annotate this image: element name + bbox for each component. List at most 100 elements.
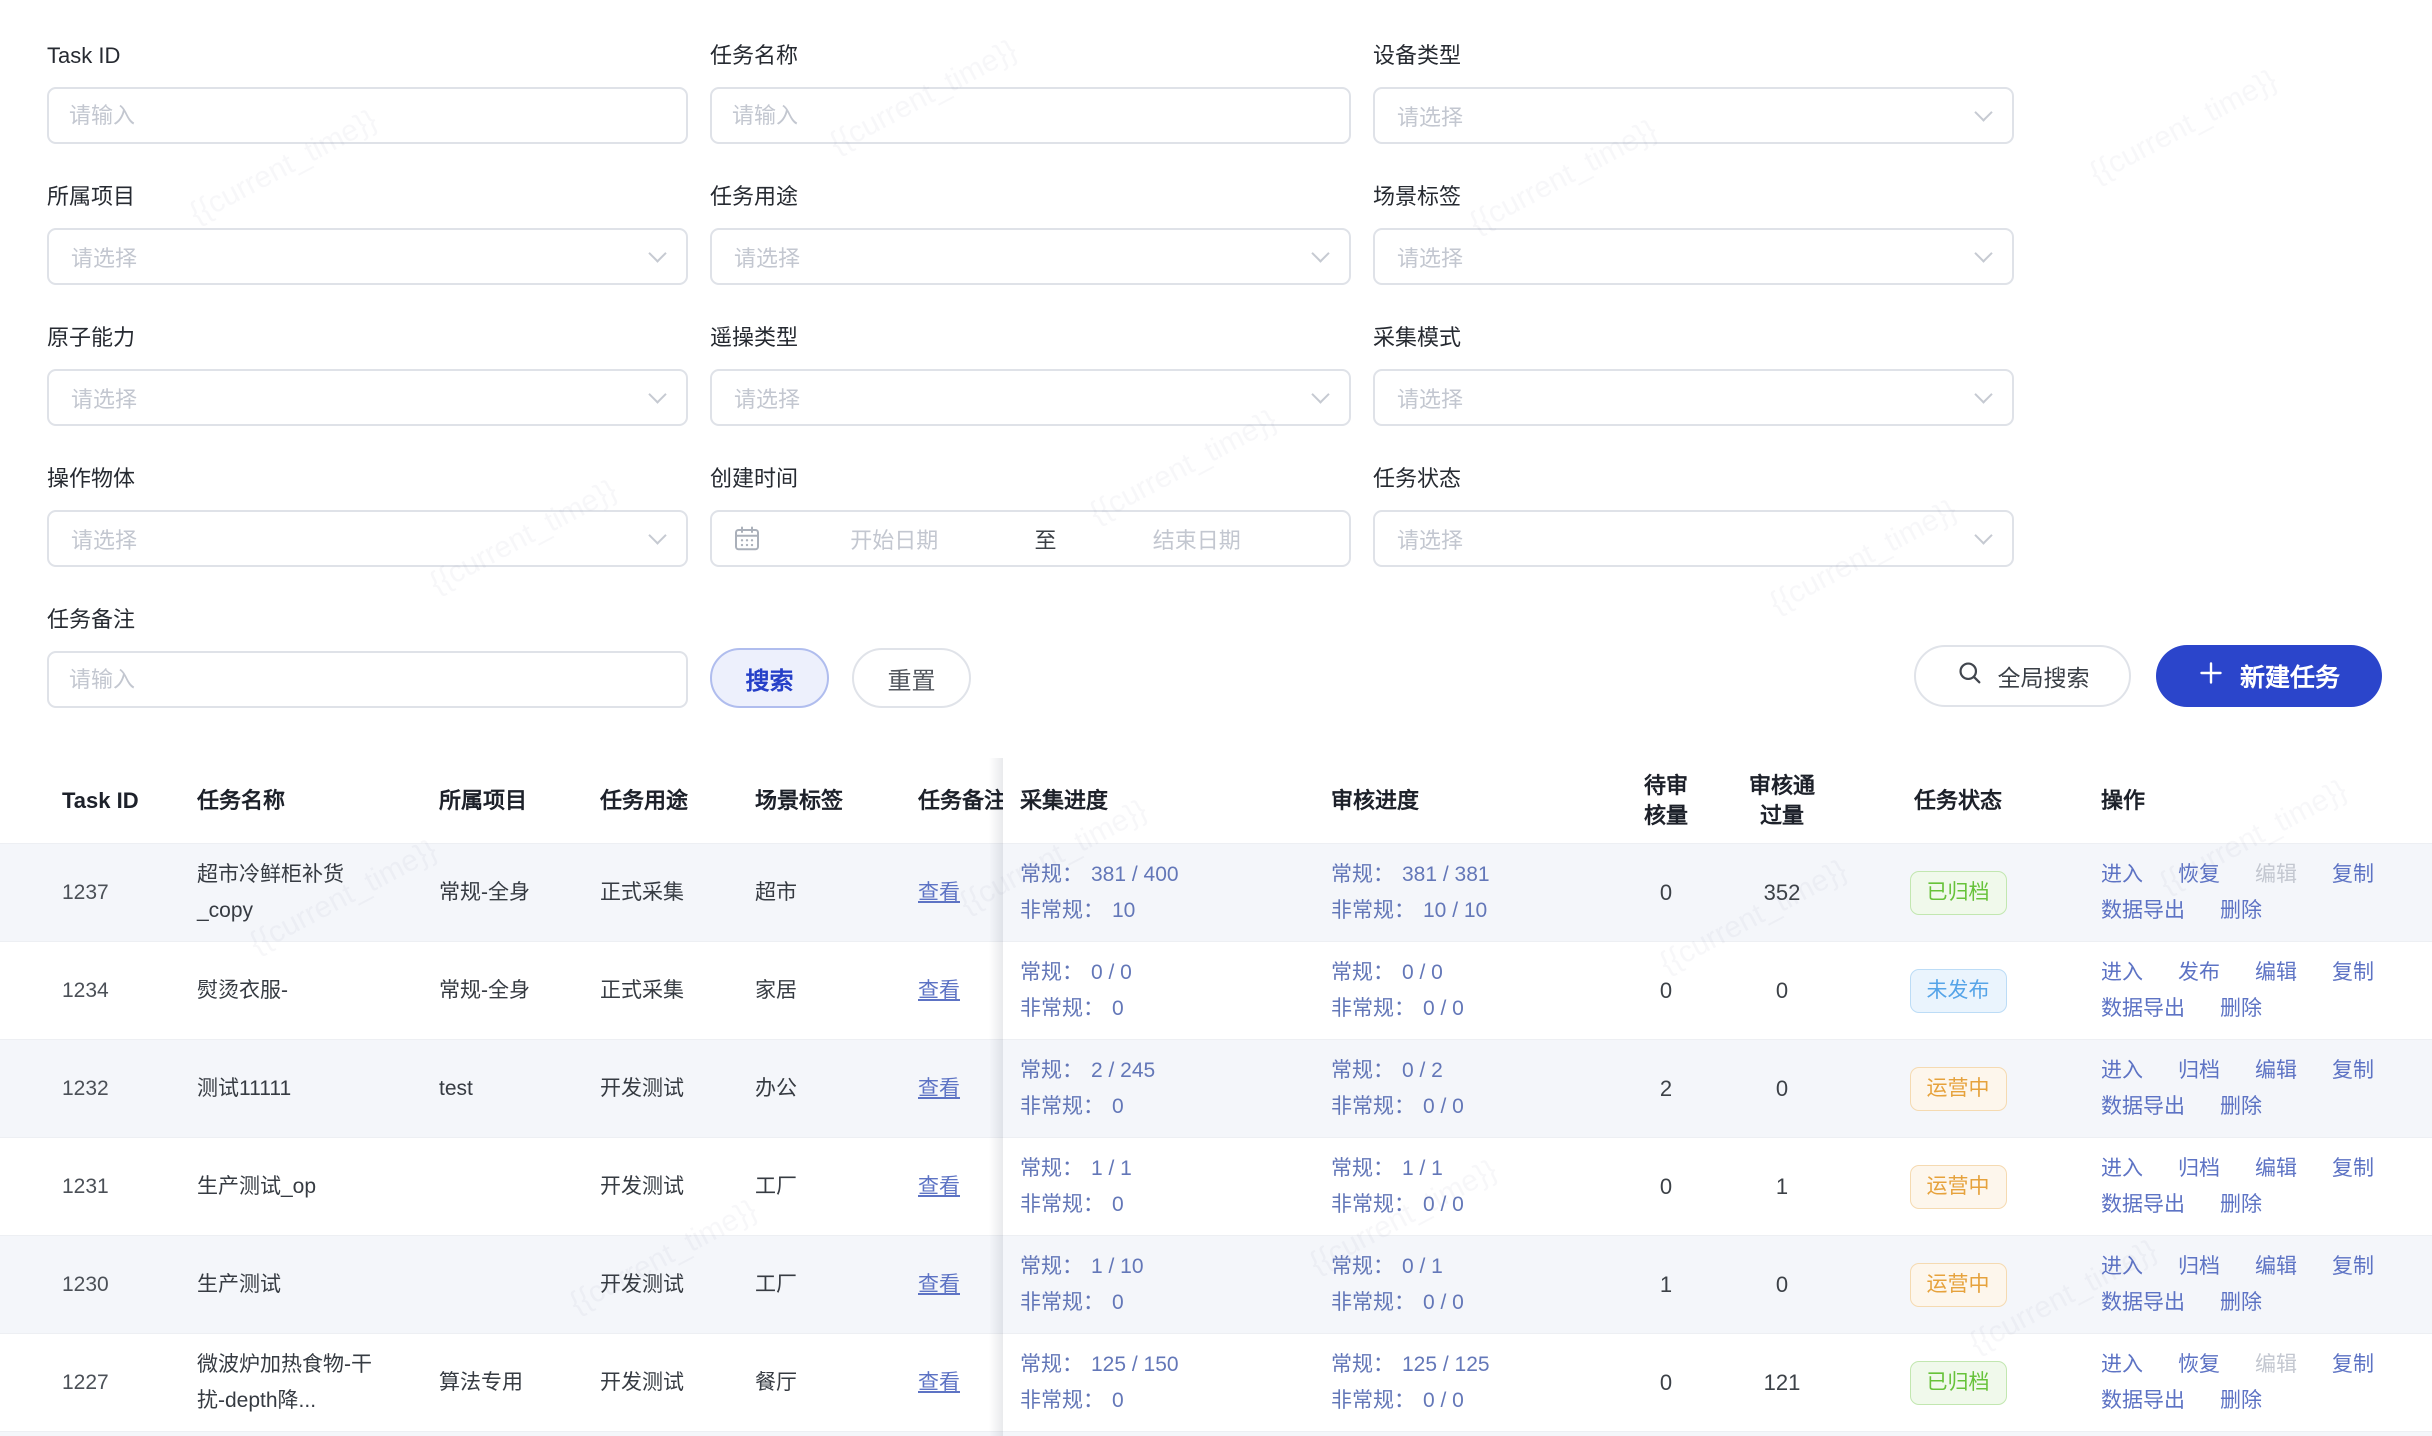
action-copy-link[interactable]: 复制 <box>2332 955 2374 991</box>
regular-label: 常规： <box>1331 1151 1394 1187</box>
action-edit-link[interactable]: 编辑 <box>2255 1249 2297 1285</box>
action-delete-link[interactable]: 删除 <box>2220 1285 2262 1321</box>
action-archive-link[interactable]: 归档 <box>2178 1053 2220 1089</box>
teleop-type-select[interactable]: 请选择 <box>710 369 1351 426</box>
action-copy-link[interactable]: 复制 <box>2332 1053 2374 1089</box>
regular-label: 常规： <box>1020 1347 1083 1383</box>
action-enter-link[interactable]: 进入 <box>2101 1151 2143 1187</box>
task-id-input[interactable] <box>49 103 686 129</box>
irregular-value: 0 <box>1112 991 1124 1027</box>
task-table: Task ID任务名称所属项目任务用途场景标签任务备注采集进度审核进度待审核量审… <box>0 758 2432 1436</box>
action-archive-link[interactable]: 归档 <box>2178 1249 2220 1285</box>
status-badge: 未发布 <box>1910 969 2007 1013</box>
action-restore-link[interactable]: 恢复 <box>2178 1347 2220 1383</box>
task-purpose-select[interactable]: 请选择 <box>710 228 1351 285</box>
regular-label: 常规： <box>1331 1249 1394 1285</box>
cell-task-purpose: 正式采集 <box>600 973 755 1009</box>
irregular-value: 10 <box>1112 893 1135 929</box>
project-label: 所属项目 <box>47 183 688 211</box>
collect-mode-select[interactable]: 请选择 <box>1373 369 2014 426</box>
search-button[interactable]: 搜索 <box>710 648 829 708</box>
action-copy-link[interactable]: 复制 <box>2332 1151 2374 1187</box>
status-badge: 已归档 <box>1910 1361 2007 1405</box>
cell-pending-count: 2 <box>1621 1071 1711 1107</box>
scene-tag-select[interactable]: 请选择 <box>1373 228 2014 285</box>
action-data-export-link[interactable]: 数据导出 <box>2101 1383 2185 1419</box>
action-archive-link[interactable]: 归档 <box>2178 1151 2220 1187</box>
irregular-label: 非常规： <box>1020 1187 1104 1223</box>
scene-tag-label: 场景标签 <box>1373 183 2014 211</box>
cell-task-purpose: 开发测试 <box>600 1267 755 1303</box>
chevron-down-icon <box>1974 385 1992 403</box>
action-data-export-link[interactable]: 数据导出 <box>2101 991 2185 1027</box>
regular-label: 常规： <box>1331 1347 1394 1383</box>
view-remark-link[interactable]: 查看 <box>918 1175 960 1198</box>
operate-object-select[interactable]: 请选择 <box>47 510 688 567</box>
global-search-button[interactable]: 全局搜索 <box>1914 645 2131 707</box>
view-remark-link[interactable]: 查看 <box>918 1077 960 1100</box>
cell-project: 常规-全身 <box>439 875 600 911</box>
task-status-placeholder: 请选择 <box>1397 523 1463 555</box>
action-copy-link[interactable]: 复制 <box>2332 1347 2374 1383</box>
action-data-export-link[interactable]: 数据导出 <box>2101 1285 2185 1321</box>
reset-button[interactable]: 重置 <box>852 648 971 708</box>
view-remark-link[interactable]: 查看 <box>918 1273 960 1296</box>
cell-task-remark: 查看 <box>918 1169 1003 1205</box>
atomic-ability-select[interactable]: 请选择 <box>47 369 688 426</box>
action-edit-link[interactable]: 编辑 <box>2255 955 2297 991</box>
device-type-select[interactable]: 请选择 <box>1373 87 2014 144</box>
action-data-export-link[interactable]: 数据导出 <box>2101 1089 2185 1125</box>
cell-approved-count: 1 <box>1711 1169 1853 1205</box>
action-enter-link[interactable]: 进入 <box>2101 955 2143 991</box>
cell-project: 常规-全身 <box>439 973 600 1009</box>
task-status-select[interactable]: 请选择 <box>1373 510 2014 567</box>
action-enter-link[interactable]: 进入 <box>2101 1053 2143 1089</box>
pending-count: 0 <box>1660 1365 1672 1401</box>
action-restore-link[interactable]: 恢复 <box>2178 857 2220 893</box>
action-copy-link[interactable]: 复制 <box>2332 857 2374 893</box>
regular-value: 2 / 245 <box>1091 1053 1155 1089</box>
action-edit-link[interactable]: 编辑 <box>2255 1053 2297 1089</box>
regular-label: 常规： <box>1020 1151 1083 1187</box>
view-remark-link[interactable]: 查看 <box>918 1371 960 1394</box>
task-name-input[interactable] <box>712 103 1349 129</box>
view-remark-link[interactable]: 查看 <box>918 881 960 904</box>
create-task-button[interactable]: 新建任务 <box>2156 645 2382 707</box>
filter-field-project: 所属项目请选择 <box>47 183 688 285</box>
cell-pending-count: 0 <box>1621 875 1711 911</box>
action-delete-link[interactable]: 删除 <box>2220 893 2262 929</box>
action-delete-link[interactable]: 删除 <box>2220 1383 2262 1419</box>
action-enter-link[interactable]: 进入 <box>2101 1347 2143 1383</box>
action-data-export-link[interactable]: 数据导出 <box>2101 1187 2185 1223</box>
project-select[interactable]: 请选择 <box>47 228 688 285</box>
task-purpose-placeholder: 请选择 <box>734 241 800 273</box>
regular-value: 381 / 381 <box>1402 857 1490 893</box>
teleop-type-label: 遥操类型 <box>710 324 1351 352</box>
create-time-range-picker[interactable]: 开始日期至结束日期 <box>710 510 1351 567</box>
operate-object-placeholder: 请选择 <box>71 523 137 555</box>
action-delete-link[interactable]: 删除 <box>2220 1089 2262 1125</box>
cell-task-remark: 查看 <box>918 1267 1003 1303</box>
action-copy-link[interactable]: 复制 <box>2332 1249 2374 1285</box>
calendar-icon <box>732 524 762 554</box>
status-badge: 运营中 <box>1910 1263 2007 1307</box>
action-data-export-link[interactable]: 数据导出 <box>2101 893 2185 929</box>
col-header-task-purpose: 任务用途 <box>600 783 755 819</box>
table-row: 1227微波炉加热食物-干扰-depth降...算法专用开发测试餐厅查看常规：1… <box>0 1333 2432 1431</box>
cell-task-purpose: 开发测试 <box>600 1169 755 1205</box>
action-publish-link[interactable]: 发布 <box>2178 955 2220 991</box>
action-delete-link[interactable]: 删除 <box>2220 991 2262 1027</box>
pending-count: 0 <box>1660 1169 1672 1205</box>
regular-value: 1 / 1 <box>1402 1151 1443 1187</box>
action-enter-link[interactable]: 进入 <box>2101 857 2143 893</box>
action-enter-link[interactable]: 进入 <box>2101 1249 2143 1285</box>
action-delete-link[interactable]: 删除 <box>2220 1187 2262 1223</box>
cell-review-progress: 常规：0 / 2非常规：0 / 0 <box>1331 1053 1621 1125</box>
view-remark-link[interactable]: 查看 <box>918 979 960 1002</box>
cell-pending-count: 0 <box>1621 1365 1711 1401</box>
task-remark-input[interactable] <box>49 667 686 693</box>
cell-collect-progress: 常规：381 / 400非常规：10 <box>1003 857 1331 929</box>
table-row: 1231生产测试_op开发测试工厂查看常规：1 / 1非常规：0常规：1 / 1… <box>0 1137 2432 1235</box>
regular-value: 0 / 0 <box>1402 955 1443 991</box>
action-edit-link[interactable]: 编辑 <box>2255 1151 2297 1187</box>
